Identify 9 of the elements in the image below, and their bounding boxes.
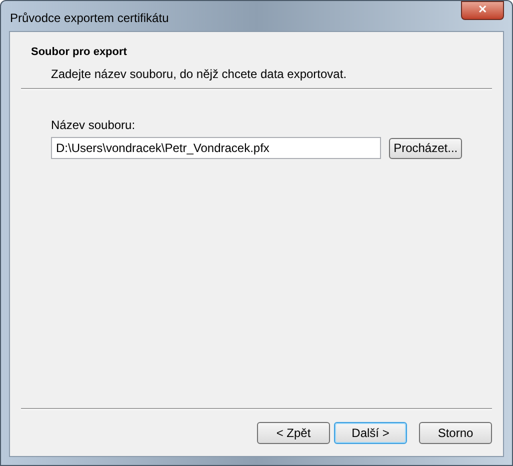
wizard-button[interactable]: Další >	[334, 422, 407, 444]
field-label: Název souboru:	[51, 117, 136, 134]
wizard-button[interactable]: Storno	[419, 422, 492, 444]
filename-field[interactable]: D:\Users\vondracek\Petr_Vondracek.pfx	[51, 137, 382, 159]
window-title: Průvodce exportem certifikátu	[10, 10, 169, 27]
browse-button[interactable]: Procházet...	[389, 138, 462, 158]
wizard-button[interactable]: < Zpět	[257, 422, 330, 444]
page-subtitle: Zadejte název souboru, do nějž chcete data exportovat.	[51, 66, 348, 82]
page-title: Soubor pro export	[31, 45, 128, 60]
